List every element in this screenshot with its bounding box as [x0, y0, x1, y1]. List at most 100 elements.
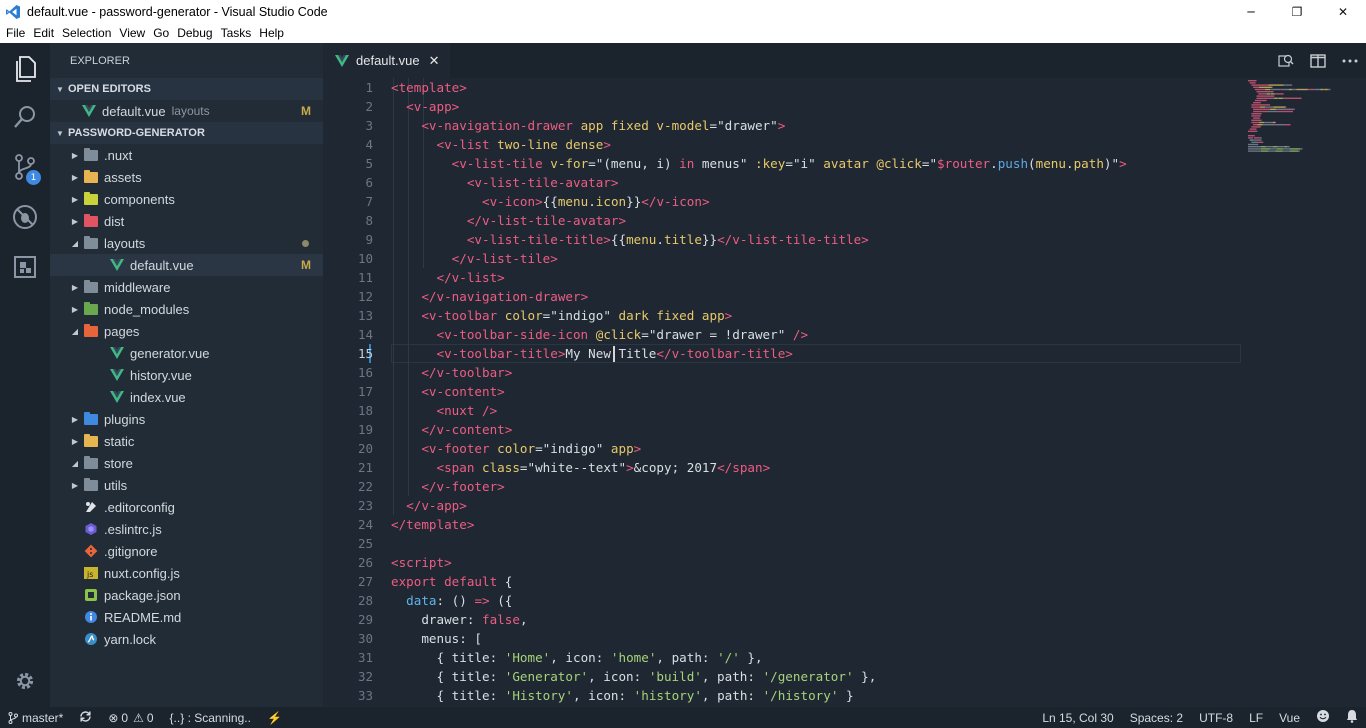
menu-selection[interactable]: Selection [62, 26, 111, 40]
open-changes-button[interactable] [1270, 43, 1302, 78]
notifications-button[interactable] [1346, 709, 1358, 726]
menu-help[interactable]: Help [259, 26, 284, 40]
status-bar: master* ⊗ 0 ⚠ 0 {..} : Scanning.. ⚡ Ln 1… [0, 707, 1366, 728]
minimap-token [1251, 126, 1261, 128]
minimap-token [1293, 108, 1295, 110]
sync-icon [80, 710, 92, 722]
more-actions-button[interactable] [1334, 43, 1366, 78]
code-line: <nuxt /> [436, 403, 498, 418]
tree-item-nuxt-config-js[interactable]: js nuxt.config.js [50, 562, 323, 584]
close-tab-button[interactable]: ✕ [429, 53, 440, 69]
eol-status[interactable]: LF [1249, 711, 1263, 725]
line-number: 25 [357, 536, 373, 551]
minimap[interactable] [1246, 78, 1366, 707]
menu-debug[interactable]: Debug [177, 26, 212, 40]
minimap-token [1292, 88, 1297, 91]
chevron-right-icon: ▶ [71, 436, 79, 446]
line-number: 26 [357, 555, 373, 570]
code-editor[interactable]: 1 2 3 4 5 6 7 8 9 10 11 12 13 14 15 16 17 18 19 20 21 22 23 24 2… [323, 78, 1366, 707]
git-branch[interactable]: master* [8, 711, 63, 725]
tree-item-editorconfig[interactable]: .editorconfig [50, 496, 323, 518]
tree-item-static[interactable]: ▶ static [50, 430, 323, 452]
code-line: { title: 'History', icon: 'history', pat… [391, 688, 854, 703]
minimap-token [1256, 97, 1273, 99]
extensions-activity-button[interactable] [0, 243, 50, 291]
code-line: <v-content> [421, 384, 505, 399]
tree-item-readme-md[interactable]: README.md [50, 606, 323, 628]
tree-item-store[interactable]: ◢ store [50, 452, 323, 474]
tree-item-default-vue[interactable]: default.vue M [50, 254, 323, 276]
code-lines[interactable]: <template> <v-app> <v-navigation-drawer … [391, 78, 1241, 705]
minimap-token [1249, 139, 1254, 141]
close-window-button[interactable]: ✕ [1320, 0, 1366, 23]
minimap-token [1251, 119, 1262, 121]
tree-item-middleware[interactable]: ▶ middleware [50, 276, 323, 298]
vue-icon [108, 367, 126, 383]
problems-indicator[interactable]: ⊗ 0 ⚠ 0 [108, 711, 153, 725]
minimap-token [1275, 150, 1283, 152]
manage-settings-button[interactable] [0, 657, 50, 705]
tree-item-plugins[interactable]: ▶ plugins [50, 408, 323, 430]
project-section[interactable]: ▼ PASSWORD-GENERATOR [50, 122, 323, 144]
menu-file[interactable]: File [6, 26, 25, 40]
code-line: <v-list-tile v-for="(menu, i) in menus" … [451, 156, 1127, 171]
minimap-token [1259, 106, 1265, 108]
vertical-scrollbar[interactable] [1352, 78, 1366, 707]
tab-default-vue[interactable]: default.vue ✕ [323, 43, 450, 78]
tree-item-index-vue[interactable]: index.vue [50, 386, 323, 408]
code-line: </template> [391, 517, 475, 532]
minimize-button[interactable]: ─ [1228, 0, 1274, 23]
menu-view[interactable]: View [119, 26, 145, 40]
more-icon [1342, 59, 1358, 62]
tree-item-utils[interactable]: ▶ utils [50, 474, 323, 496]
tree-item-label: pages [104, 323, 140, 339]
tree-item-generator-vue[interactable]: generator.vue [50, 342, 323, 364]
tree-item-layouts[interactable]: ◢ layouts [50, 232, 323, 254]
npm-icon [82, 587, 100, 603]
minimap-token [1259, 137, 1262, 139]
source-control-activity-button[interactable]: 1 [0, 143, 50, 191]
code-line: { title: 'Generator', icon: 'build', pat… [391, 669, 877, 684]
search-activity-button[interactable] [0, 93, 50, 141]
explorer-activity-button[interactable] [0, 45, 50, 93]
lightning-icon[interactable]: ⚡ [267, 711, 282, 725]
minimap-token [1299, 148, 1303, 150]
split-editor-button[interactable] [1302, 43, 1334, 78]
tree-item-gitignore[interactable]: .gitignore [50, 540, 323, 562]
encoding-status[interactable]: UTF-8 [1199, 711, 1233, 725]
tree-item-yarn-lock[interactable]: yarn.lock [50, 628, 323, 650]
tree-item-nuxt[interactable]: ▶ .nuxt [50, 144, 323, 166]
tree-item-dist[interactable]: ▶ dist [50, 210, 323, 232]
menu-tasks[interactable]: Tasks [221, 26, 252, 40]
debug-activity-button[interactable] [0, 193, 50, 241]
modified-status: M [301, 104, 311, 118]
menu-go[interactable]: Go [153, 26, 169, 40]
menu-edit[interactable]: Edit [33, 26, 54, 40]
tree-item-pages[interactable]: ◢ pages [50, 320, 323, 342]
scanning-status[interactable]: {..} : Scanning.. [170, 711, 251, 725]
open-editor-item[interactable]: default.vue layouts M [50, 100, 323, 122]
tree-item-label: .eslintrc.js [104, 521, 162, 537]
line-number: 8 [365, 213, 373, 228]
feedback-button[interactable] [1316, 709, 1330, 726]
indentation-status[interactable]: Spaces: 2 [1130, 711, 1183, 725]
modified-dot-icon [302, 239, 309, 247]
sync-button[interactable] [79, 710, 92, 726]
tree-item-node-modules[interactable]: ▶ node_modules [50, 298, 323, 320]
scm-count-badge: 1 [26, 170, 41, 185]
minimap-token [1277, 97, 1279, 99]
folder-icon [82, 213, 100, 229]
extensions-icon [14, 256, 36, 278]
tree-item-components[interactable]: ▶ components [50, 188, 323, 210]
tree-item-assets[interactable]: ▶ assets [50, 166, 323, 188]
cursor-position[interactable]: Ln 15, Col 30 [1042, 711, 1113, 725]
tree-item-history-vue[interactable]: history.vue [50, 364, 323, 386]
line-number: 31 [357, 650, 373, 665]
tree-item-eslintrc-js[interactable]: .eslintrc.js [50, 518, 323, 540]
open-editors-section[interactable]: ▼ OPEN EDITORS [50, 78, 323, 100]
tree-item-label: components [104, 191, 175, 207]
minimap-token [1288, 88, 1293, 91]
language-mode[interactable]: Vue [1279, 711, 1300, 725]
maximize-button[interactable]: ❐ [1274, 0, 1320, 23]
tree-item-package-json[interactable]: package.json [50, 584, 323, 606]
